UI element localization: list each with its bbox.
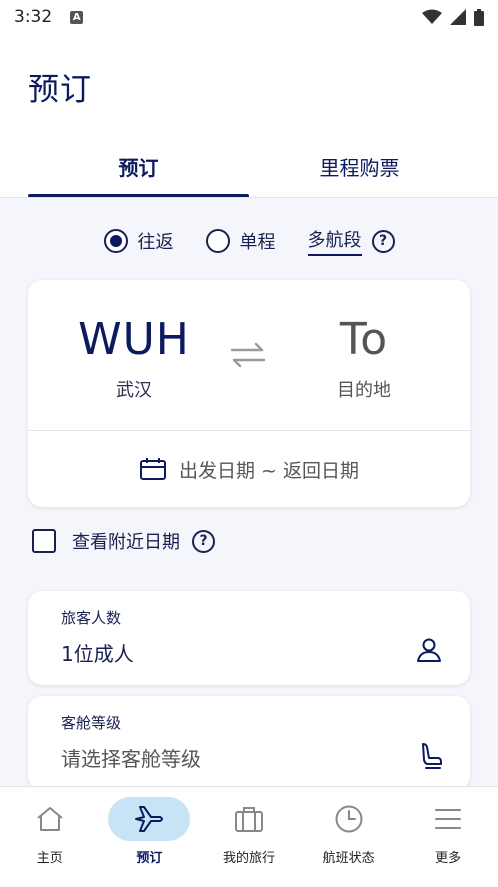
date-selector[interactable]: 出发日期 ~ 返回日期 — [28, 431, 470, 507]
passengers-value: 1位成人 — [61, 642, 134, 666]
nav-my-trips-icon-wrap — [208, 797, 290, 841]
trip-type-help-icon[interactable]: ? — [371, 229, 395, 253]
nav-my-trips-label: 我的旅行 — [222, 851, 275, 866]
calendar-icon — [140, 458, 166, 480]
nav-more[interactable]: 更多 — [398, 787, 498, 887]
nav-flight-status-icon-wrap — [308, 797, 390, 841]
nav-booking-label: 预订 — [136, 851, 163, 866]
cabin-label: 客舱等级 — [61, 714, 122, 732]
nearby-dates-help-icon[interactable]: ? — [192, 529, 215, 553]
origin-selector[interactable]: WUH 武汉 — [54, 312, 214, 402]
nav-more-label: 更多 — [435, 851, 462, 866]
swap-icon[interactable] — [230, 340, 266, 370]
nearby-dates-row: 查看附近日期 ? — [32, 528, 215, 554]
tab-bar: 预订 里程购票 — [28, 144, 470, 198]
destination-code: To — [339, 314, 389, 365]
nearby-dates-checkbox[interactable] — [32, 529, 56, 553]
suitcase-icon — [234, 807, 263, 832]
route-row: WUH 武汉 To 目的地 — [28, 280, 470, 430]
signal-icon — [450, 9, 466, 25]
radio-round-trip-control[interactable] — [103, 229, 128, 253]
destination-city: 目的地 — [337, 380, 391, 401]
nav-my-trips[interactable]: 我的旅行 — [199, 787, 299, 887]
tab-booking[interactable]: 预订 — [28, 144, 249, 198]
nav-booking-icon-wrap — [108, 797, 191, 841]
status-bar: 3:32 A — [0, 0, 498, 34]
page-title: 预订 — [28, 72, 92, 108]
notification-a-icon: A — [70, 10, 84, 24]
battery-icon — [474, 8, 484, 26]
menu-icon — [435, 809, 462, 829]
header: 预订 预订 里程购票 — [0, 34, 498, 198]
nav-flight-status-label: 航班状态 — [322, 851, 375, 866]
seat-icon — [422, 743, 442, 769]
nav-booking[interactable]: 预订 — [100, 787, 200, 887]
tab-divider — [0, 197, 498, 198]
radio-round-trip-label: 往返 — [137, 232, 174, 253]
nav-more-icon-wrap — [407, 797, 489, 841]
nav-home-icon-wrap — [9, 797, 91, 841]
tab-miles-booking[interactable]: 里程购票 — [249, 144, 470, 198]
nav-home-label: 主页 — [36, 851, 63, 866]
passengers-label: 旅客人数 — [61, 609, 122, 627]
origin-code: WUH — [78, 314, 190, 365]
passengers-field[interactable]: 旅客人数 1位成人 — [28, 591, 470, 685]
home-icon — [37, 807, 63, 831]
origin-city: 武汉 — [116, 380, 152, 401]
radio-round-trip[interactable]: 往返 — [103, 228, 174, 254]
status-icons — [422, 8, 484, 26]
radio-one-way[interactable]: 单程 — [205, 228, 276, 254]
trip-type-selector: 往返 单程 多航段 ? — [0, 226, 498, 256]
route-card: WUH 武汉 To 目的地 出发日期 ~ 返回日期 — [28, 280, 470, 507]
nav-home[interactable]: 主页 — [0, 787, 100, 887]
wifi-icon — [422, 9, 442, 24]
person-icon — [417, 638, 441, 662]
radio-one-way-control[interactable] — [205, 229, 230, 253]
cabin-field[interactable]: 客舱等级 请选择客舱等级 — [28, 696, 470, 790]
date-placeholder: 出发日期 ~ 返回日期 — [179, 459, 359, 482]
status-time: 3:32 — [14, 7, 53, 27]
radio-selected-dot — [109, 235, 122, 247]
multi-city-link[interactable]: 多航段 — [307, 226, 362, 256]
nearby-dates-label[interactable]: 查看附近日期 — [72, 528, 180, 554]
cabin-placeholder: 请选择客舱等级 — [61, 747, 201, 771]
airplane-icon — [135, 806, 164, 832]
clock-icon — [335, 805, 363, 833]
radio-one-way-label: 单程 — [239, 232, 276, 253]
bottom-nav: 主页 预订 我的旅行 航班状态 更多 — [0, 786, 498, 887]
nav-flight-status[interactable]: 航班状态 — [299, 787, 399, 887]
destination-selector[interactable]: To 目的地 — [284, 312, 444, 402]
